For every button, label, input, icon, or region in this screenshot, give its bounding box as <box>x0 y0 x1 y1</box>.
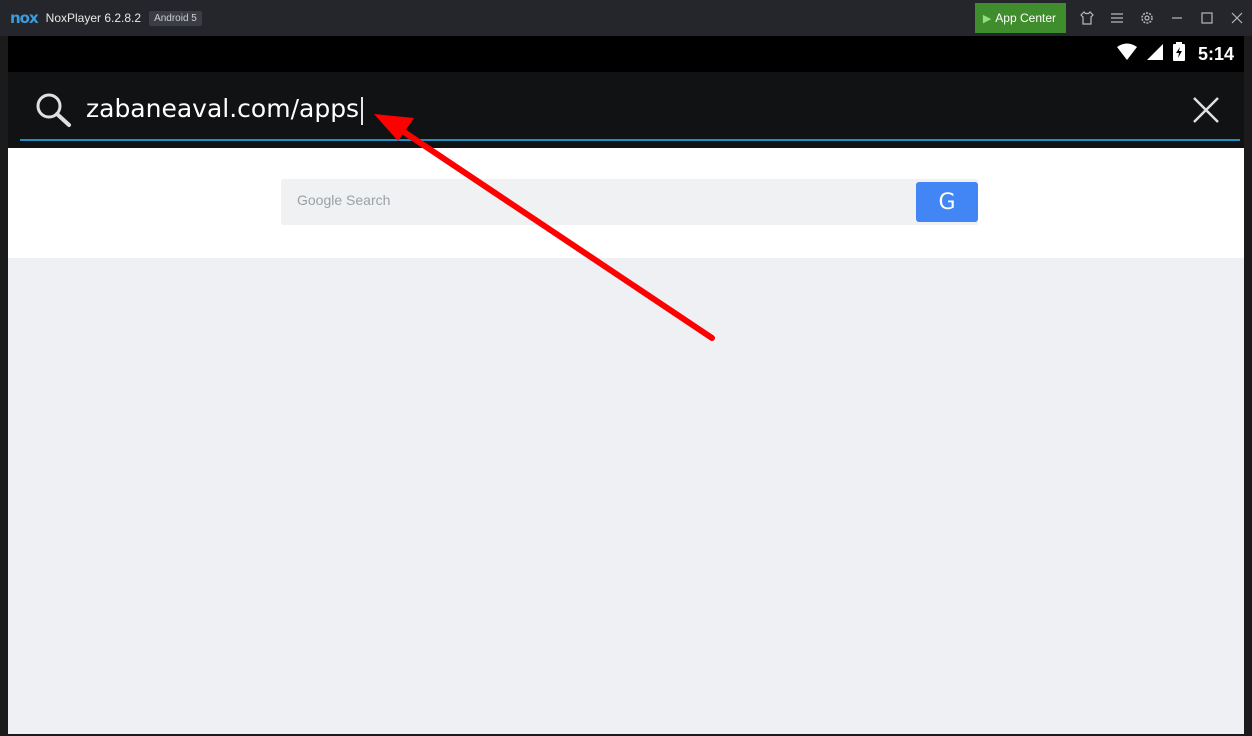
app-title: NoxPlayer 6.2.8.2 <box>45 11 142 25</box>
status-clock: 5:14 <box>1197 43 1234 64</box>
app-center-button[interactable]: ▶ App Center <box>974 3 1066 33</box>
signal-icon <box>1146 43 1164 66</box>
battery-charging-icon <box>1172 41 1186 67</box>
clear-icon[interactable] <box>1190 94 1222 131</box>
google-search-button[interactable]: G <box>916 182 978 222</box>
app-center-label: App Center <box>995 11 1056 25</box>
status-icons: 5:14 <box>1116 41 1234 67</box>
results-area <box>8 258 1244 734</box>
google-search-box[interactable]: Google Search G <box>281 179 978 225</box>
search-query-input[interactable]: zabaneaval.com/apps <box>86 92 359 126</box>
android-version-badge: Android 5 <box>149 10 202 26</box>
minimize-icon[interactable] <box>1162 3 1192 33</box>
emulator-title-bar: nox NoxPlayer 6.2.8.2 Android 5 ▶ App Ce… <box>0 0 1252 36</box>
wifi-icon <box>1116 43 1138 66</box>
search-underline <box>20 139 1240 141</box>
maximize-icon[interactable] <box>1192 3 1222 33</box>
shirt-icon[interactable] <box>1072 3 1102 33</box>
search-bar[interactable]: zabaneaval.com/apps <box>8 72 1244 148</box>
menu-icon[interactable] <box>1102 3 1132 33</box>
search-icon[interactable] <box>34 92 74 133</box>
nox-logo: nox <box>10 9 39 27</box>
close-window-icon[interactable] <box>1222 3 1252 33</box>
text-cursor <box>361 97 363 125</box>
google-g-icon: G <box>938 189 956 215</box>
settings-icon[interactable] <box>1132 3 1162 33</box>
play-icon: ▶ <box>982 12 992 25</box>
android-status-bar: 5:14 <box>8 36 1244 72</box>
google-search-placeholder[interactable]: Google Search <box>297 192 390 208</box>
